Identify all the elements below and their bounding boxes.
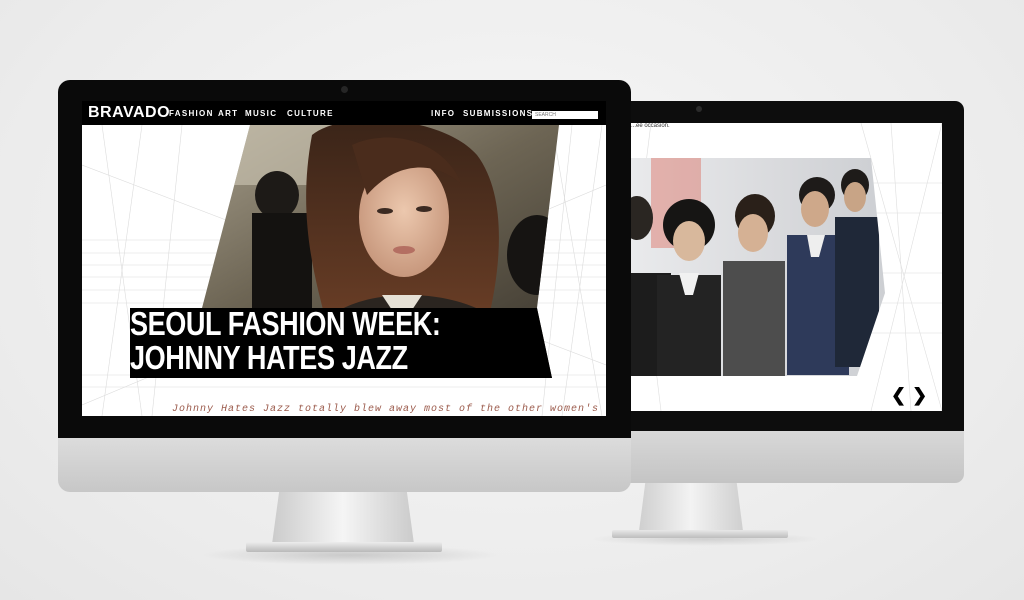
nav-music[interactable]: MUSIC [245,109,277,118]
front-monitor-chin [58,438,631,492]
headline-line-2: JOHNNY HATES JAZZ [130,339,408,376]
site-logo[interactable]: BRAVADO [88,104,170,122]
back-hero-photo [631,158,885,376]
headline-line-1: SEOUL FASHION WEEK: [130,305,441,342]
front-monitor-stand [272,492,414,544]
nav-fashion[interactable]: FASHION [169,109,214,118]
article-dek: Johnny Hates Jazz totally blew away most… [172,404,600,415]
back-monitor-camera [696,106,702,112]
top-nav-bar: BRAVADO FASHION ART MUSIC CULTURE INFO S… [82,101,606,125]
front-monitor-camera [341,86,348,93]
nav-submissions[interactable]: SUBMISSIONS [463,109,533,118]
next-slide-icon[interactable]: ❯ [912,385,927,406]
prev-slide-icon[interactable]: ❮ [891,385,906,406]
back-monitor: ...ee occasion. ❮ ❯ [606,101,964,483]
nav-culture[interactable]: CULTURE [287,109,334,118]
back-monitor-stand [639,483,743,531]
front-monitor-foot [246,542,442,552]
slider-arrows: ❮ ❯ [891,385,933,406]
nav-info[interactable]: INFO [431,109,455,118]
back-monitor-screen: ...ee occasion. ❮ ❯ [631,123,942,411]
back-monitor-foot [612,530,788,538]
nav-art[interactable]: ART [218,109,238,118]
back-monitor-chin [606,431,964,483]
front-monitor-screen: SEOUL FASHION WEEK: JOHNNY HATES JAZZ Jo… [82,101,606,416]
search-input[interactable] [532,111,598,119]
article-headline[interactable]: SEOUL FASHION WEEK: JOHNNY HATES JAZZ [130,305,441,376]
